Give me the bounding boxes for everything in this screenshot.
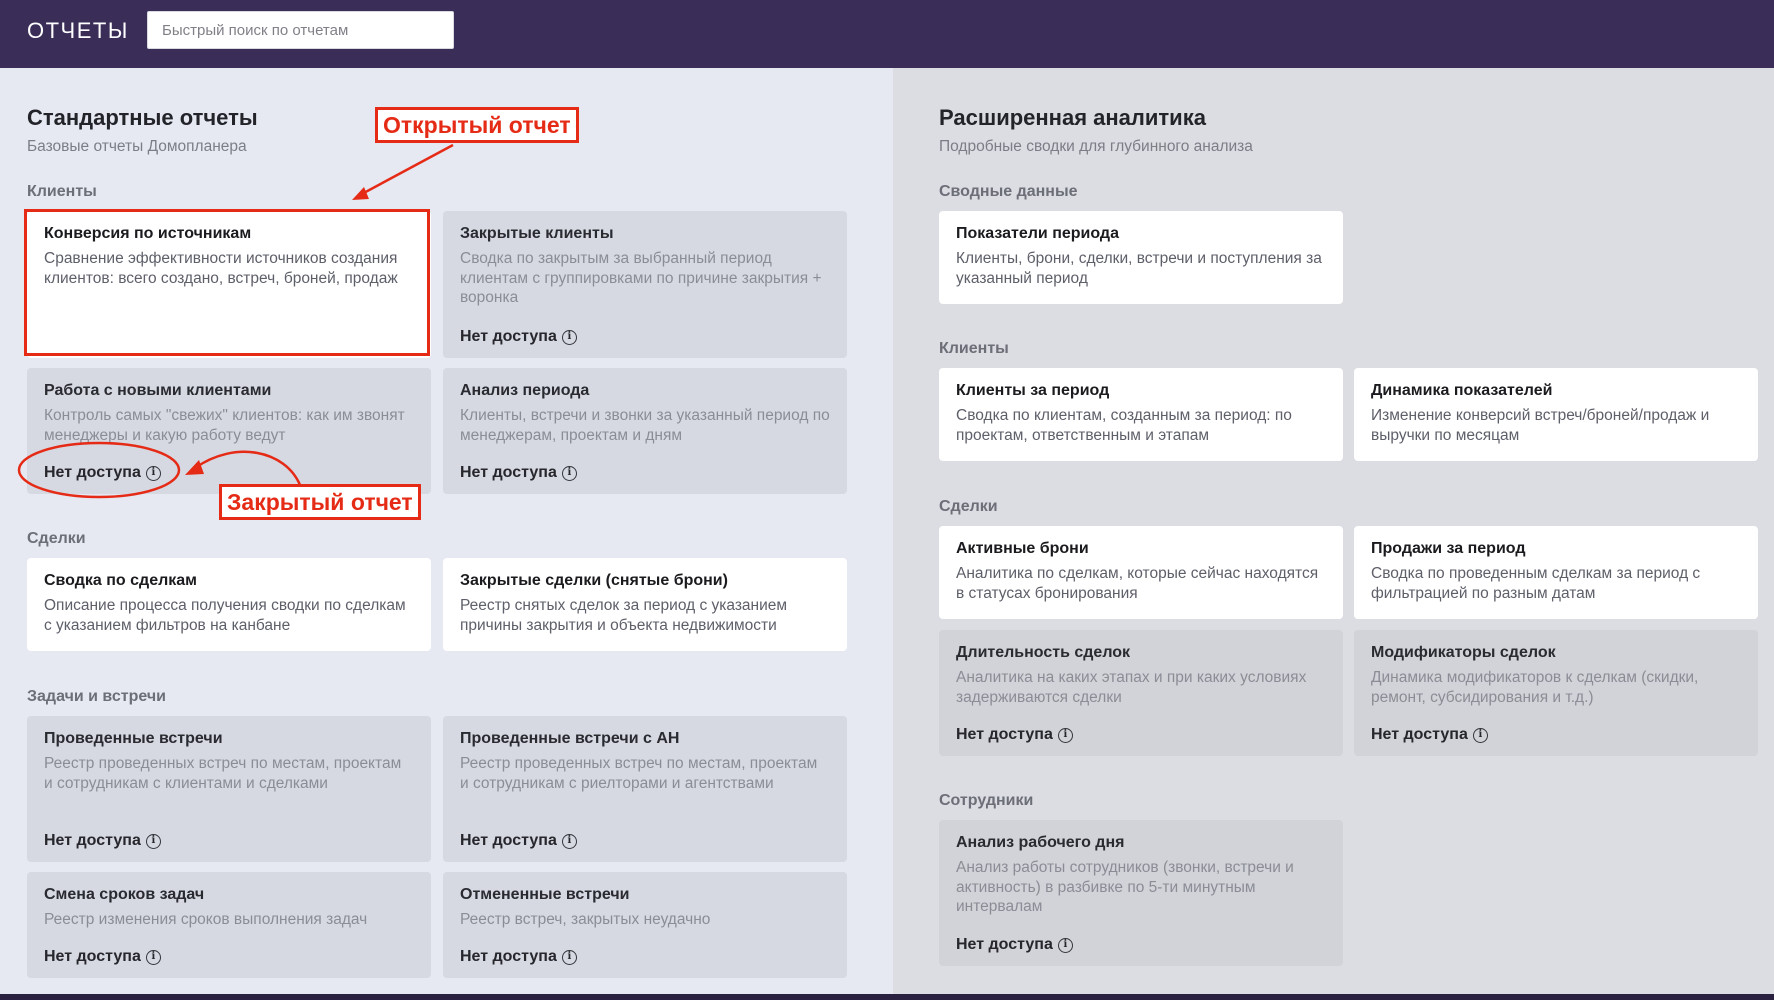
top-bar: ОТЧЕТЫ [0,0,1774,68]
report-card-title: Смена сроков задач [44,886,205,903]
report-card-desc: Сводка по закрытым за выбранный период к… [460,250,822,306]
report-card-title: Длительность сделок [956,644,1131,661]
report-card-title: Динамика показателей [1371,382,1553,399]
report-card-title: Показатели периода [956,225,1119,242]
info-icon[interactable]: i [1057,937,1073,953]
report-card-desc: Клиенты, брони, сделки, встречи и поступ… [956,250,1322,287]
report-card-new-clients[interactable]: Работа с новыми клиентами Контроль самых… [27,368,431,494]
standard-reports-panel: Стандартные отчеты Базовые отчеты Домопл… [0,68,893,1000]
no-access-badge: Нет доступа i [460,328,577,346]
advanced-analytics-subtitle: Подробные сводки для глубинного анализа [939,138,1253,155]
group-label-adv-deals: Сделки [939,498,998,515]
report-card-desc: Аналитика по сделкам, которые сейчас нах… [956,565,1319,602]
app-title: ОТЧЕТЫ [27,18,129,43]
report-card-active-bookings[interactable]: Активные брони Аналитика по сделкам, кот… [939,526,1343,619]
report-card-title: Продажи за период [1371,540,1526,557]
report-card-meetings-held[interactable]: Проведенные встречи Реестр проведенных в… [27,716,431,862]
info-icon[interactable]: i [561,949,577,965]
info-icon[interactable]: i [561,329,577,345]
annotation-open-report-label: Открытый отчет [375,107,579,143]
report-card-desc: Реестр проведенных встреч по местам, про… [44,755,402,792]
report-card-period-indicators[interactable]: Показатели периода Клиенты, брони, сделк… [939,211,1343,304]
report-card-title: Модификаторы сделок [1371,644,1556,661]
report-card-cancelled-meetings[interactable]: Отмененные встречи Реестр встреч, закрыт… [443,872,847,978]
group-label-staff: Сотрудники [939,792,1034,809]
annotation-open-report-frame [24,209,430,356]
report-card-title: Проведенные встречи [44,730,223,747]
group-label-clients: Клиенты [27,183,97,200]
info-icon[interactable]: i [145,949,161,965]
report-card-title: Клиенты за период [956,382,1110,399]
standard-reports-subtitle: Базовые отчеты Домопланера [27,138,247,155]
standard-reports-title: Стандартные отчеты [27,105,258,130]
report-card-indicators-dynamics[interactable]: Динамика показателей Изменение конверсий… [1354,368,1758,461]
no-access-badge: Нет доступа i [460,464,577,482]
info-icon[interactable]: i [1472,727,1488,743]
annotation-closed-report-label: Закрытый отчет [219,484,421,520]
report-card-task-deadlines[interactable]: Смена сроков задач Реестр изменения срок… [27,872,431,978]
advanced-analytics-panel: Расширенная аналитика Подробные сводки д… [893,68,1774,1000]
report-card-desc: Реестр изменения сроков выполнения задач [44,911,368,928]
report-card-desc: Сводка по клиентам, созданным за период:… [956,407,1292,444]
report-card-desc: Реестр проведенных встреч по местам, про… [460,755,818,792]
no-access-badge: Нет доступа i [44,464,161,482]
info-icon[interactable]: i [1057,727,1073,743]
report-card-title: Анализ рабочего дня [956,834,1125,851]
report-card-desc: Реестр встреч, закрытых неудачно [460,911,711,928]
info-icon[interactable]: i [561,833,577,849]
report-card-title: Активные брони [956,540,1089,557]
report-card-deal-modifiers[interactable]: Модификаторы сделок Динамика модификатор… [1354,630,1758,756]
report-card-title: Проведенные встречи с АН [460,730,680,747]
group-label-adv-clients: Клиенты [939,340,1009,357]
no-access-badge: Нет доступа i [1371,726,1488,744]
report-card-desc: Сводка по проведенным сделкам за период … [1371,565,1701,602]
report-card-title: Анализ периода [460,382,590,399]
report-card-workday-analysis[interactable]: Анализ рабочего дня Анализ работы сотруд… [939,820,1343,966]
report-card-closed-clients[interactable]: Закрытые клиенты Сводка по закрытым за в… [443,211,847,358]
report-card-title: Закрытые клиенты [460,225,614,242]
info-icon[interactable]: i [561,465,577,481]
no-access-badge: Нет доступа i [44,948,161,966]
report-card-sales-period[interactable]: Продажи за период Сводка по проведенным … [1354,526,1758,619]
no-access-badge: Нет доступа i [956,936,1073,954]
report-card-title: Отмененные встречи [460,886,630,903]
report-card-closed-deals[interactable]: Закрытые сделки (снятые брони) Реестр сн… [443,558,847,651]
report-card-deals-summary[interactable]: Сводка по сделкам Описание процесса полу… [27,558,431,651]
no-access-badge: Нет доступа i [44,832,161,850]
report-card-title: Работа с новыми клиентами [44,382,272,399]
group-label-summary: Сводные данные [939,183,1078,200]
report-card-period-analysis[interactable]: Анализ периода Клиенты, встречи и звонки… [443,368,847,494]
report-card-desc: Анализ работы сотрудников (звонки, встре… [956,859,1294,915]
report-card-desc: Реестр снятых сделок за период с указани… [460,597,788,634]
bottom-edge [0,994,1774,1000]
no-access-badge: Нет доступа i [956,726,1073,744]
report-search-input[interactable] [147,11,454,49]
report-card-meetings-agencies[interactable]: Проведенные встречи с АН Реестр проведен… [443,716,847,862]
report-card-title: Сводка по сделкам [44,572,197,589]
report-card-title: Закрытые сделки (снятые брони) [460,572,728,589]
report-card-desc: Изменение конверсий встреч/броней/продаж… [1371,407,1710,444]
info-icon[interactable]: i [145,833,161,849]
report-card-desc: Динамика модификаторов к сделкам (скидки… [1371,669,1699,706]
advanced-analytics-title: Расширенная аналитика [939,105,1206,130]
report-card-desc: Аналитика на каких этапах и при каких ус… [956,669,1307,706]
report-card-clients-period[interactable]: Клиенты за период Сводка по клиентам, со… [939,368,1343,461]
report-card-desc: Описание процесса получения сводки по сд… [44,597,406,634]
no-access-badge: Нет доступа i [460,948,577,966]
report-card-desc: Контроль самых "свежих" клиентов: как им… [44,407,405,444]
group-label-deals: Сделки [27,530,86,547]
report-card-desc: Клиенты, встречи и звонки за указанный п… [460,407,830,444]
group-label-tasks: Задачи и встречи [27,688,166,705]
report-card-deal-duration[interactable]: Длительность сделок Аналитика на каких э… [939,630,1343,756]
info-icon[interactable]: i [145,465,161,481]
no-access-badge: Нет доступа i [460,832,577,850]
